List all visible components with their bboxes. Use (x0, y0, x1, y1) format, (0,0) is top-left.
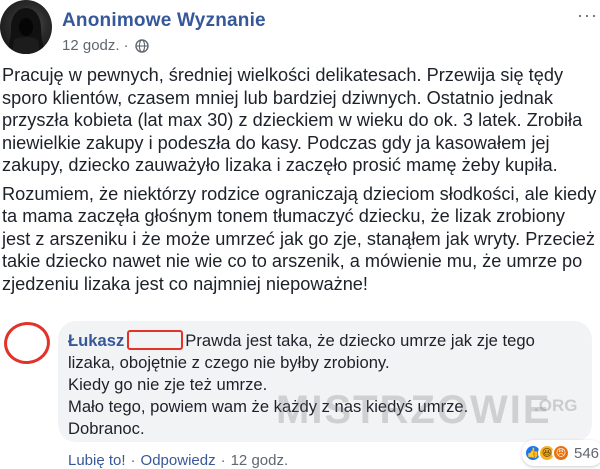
comment-line-text: Prawda jest taka, że dziecko umrze jak z… (185, 331, 535, 350)
comment-timestamp[interactable]: 12 godz. (231, 452, 289, 469)
comment-line: Kiedy go nie zje też umrze. (68, 375, 268, 394)
action-separator: · (130, 452, 136, 469)
facebook-post: Anonimowe Wyznanie 12 godz. · ··· Pracuj… (0, 0, 600, 469)
comment-line: lizaka, obojętnie z czego nie byłby zrob… (68, 353, 390, 372)
page-name-link[interactable]: Anonimowe Wyznanie (62, 10, 266, 32)
comment-actions: Lubię to! · Odpowiedz · 12 godz. (68, 452, 288, 469)
post-paragraph: Pracuję w pewnych, średniej wielkości de… (2, 65, 583, 175)
commenter-name-link[interactable]: Łukasz (68, 331, 124, 350)
comment-line: Dobranoc. (68, 419, 145, 438)
reply-link[interactable]: Odpowiedz (141, 452, 216, 469)
page-avatar[interactable] (0, 0, 52, 54)
meta-separator: · (123, 37, 129, 54)
hooded-figure-icon (6, 8, 46, 54)
comment-text: Łukasz Prawda jest taka, że dziecko umrze… (68, 330, 588, 440)
reactions-summary[interactable]: 👍 😆 😠 546 (522, 440, 600, 466)
globe-icon[interactable] (134, 38, 149, 53)
comment-line: Łukasz Prawda jest taka, że dziecko umrze… (68, 330, 588, 352)
post-timestamp[interactable]: 12 godz. (62, 37, 120, 54)
comment-line: Mało tego, powiem wam że każdy z nas kie… (68, 397, 469, 416)
post-body: Pracuję w pewnych, średniej wielkości de… (2, 64, 598, 301)
commenter-avatar-redaction-circle[interactable] (1, 319, 53, 367)
surname-redaction-box (127, 330, 184, 350)
action-separator: · (220, 452, 226, 469)
reaction-count: 546 (574, 444, 600, 462)
like-comment-link[interactable]: Lubię to! (68, 452, 126, 469)
post-paragraph: Rozumiem, że niektórzy rodzice ogranicza… (2, 183, 597, 294)
angry-reaction-icon: 😠 (552, 444, 570, 462)
more-options-icon[interactable]: ··· (577, 6, 598, 24)
post-meta: 12 godz. · (62, 37, 149, 54)
